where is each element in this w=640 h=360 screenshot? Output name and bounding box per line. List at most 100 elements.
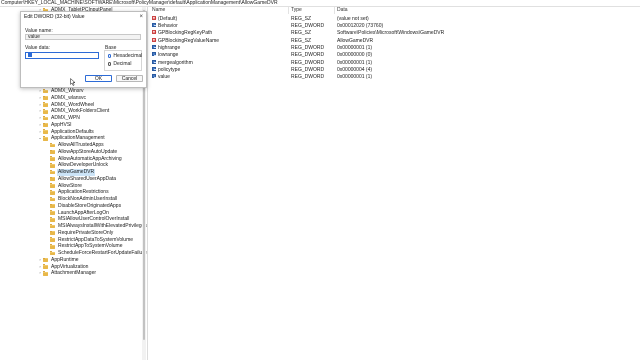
tree-node[interactable]: ApplicationRestrictions [45,189,110,196]
column-separator[interactable] [334,7,335,14]
dword-value-icon [152,74,156,79]
tree-node[interactable]: AllowDeveloperUnlock [45,162,109,169]
tree-node-label: AllowDeveloperUnlock [58,162,109,169]
column-header-data[interactable]: Data [337,7,348,14]
value-row[interactable]: lowrange REG_DWORD 0x00000000 (0) [150,52,640,59]
ok-button[interactable]: OK [85,75,112,82]
value-row[interactable]: (Default) REG_SZ (value not set) [150,16,640,23]
value-name-cell: mergealgorithm [152,60,193,67]
tree-node[interactable]: › AppRuntime [38,257,80,264]
folder-icon [50,170,55,175]
chevron-right-icon[interactable]: › [38,270,42,277]
chevron-right-icon[interactable]: › [38,108,42,115]
value-data-cell: 0x00012020 (73760) [337,22,384,29]
tree-node-label: AppHVSI [51,121,72,128]
tree-node-label: RestrictAppToSystemVolume [58,243,123,250]
folder-icon [43,271,48,276]
string-value-icon [152,15,156,20]
string-value-icon [152,30,156,35]
tree-node[interactable]: RestrictAppToSystemVolume [45,243,123,250]
value-row[interactable]: GPBlockingRegValueName REG_SZ AllowGameDVR [150,38,640,45]
tree-node-label: AllowAutomaticAppArchiving [58,155,122,162]
dword-value-icon [152,45,156,50]
value-name-text: (Default) [158,15,178,22]
column-header-name[interactable]: Name [152,7,165,14]
value-name-cell: highrange [152,45,180,52]
close-icon[interactable]: × [139,14,143,21]
tree-node[interactable]: RequirePrivateStoreOnly [45,230,114,237]
tree-node-label: ADMX_WPN [51,115,80,122]
tree-node[interactable]: ⌄ ApplicationManagement [38,135,106,142]
tree-node[interactable]: MSIAllowUserControlOverInstall [45,216,130,223]
tree-node-label: AttachmentManager [51,270,97,277]
value-data-cell: AllowGameDVR [337,37,374,44]
value-data-label: Value data: [25,45,50,51]
tree-node[interactable]: › AttachmentManager [38,270,97,277]
value-row[interactable]: policytype REG_DWORD 0x00000004 (4) [150,67,640,74]
tree-node[interactable]: AllowAllTrustedApps [45,142,105,149]
tree-node[interactable]: AllowAppStoreAutoUpdate [45,149,118,156]
tree-node[interactable]: › ApplicationDefaults [38,129,95,136]
address-bar[interactable]: Computer\HKEY_LOCAL_MACHINE\SOFTWARE\Mic… [0,0,640,7]
folder-icon [43,102,48,107]
tree-node[interactable]: › AppHVSI [38,122,73,129]
tree-node[interactable]: › ADMX_WPN [38,115,81,122]
value-row[interactable]: GPBlockingRegKeyPath REG_SZ Software\Polic… [150,30,640,37]
tree-node[interactable]: MSIAlwaysInstallWithElevatedPrivileges [45,223,147,230]
tree-node[interactable]: › AppVirtualization [38,264,89,271]
tree-node-label: ADMX_Winsrv [51,88,84,95]
value-name-text: lowrange [158,52,179,59]
value-name-text: highrange [158,44,181,51]
value-name-text: GPBlockingRegKeyPath [158,30,213,37]
pane-splitter[interactable] [147,7,148,360]
folder-icon [50,197,55,202]
value-row[interactable]: highrange REG_DWORD 0x00000001 (1) [150,45,640,52]
value-name-cell: lowrange [152,52,178,59]
chevron-right-icon[interactable]: › [38,102,42,109]
value-name-cell: (Default) [152,16,177,23]
folder-icon [50,237,55,242]
decimal-radio[interactable]: Decimal [108,61,131,67]
value-row[interactable]: value REG_DWORD 0x00000001 (1) [150,74,640,81]
tree-node[interactable]: AllowStore [45,183,83,190]
value-row[interactable]: Behavior REG_DWORD 0x00012020 (73760) [150,23,640,30]
hexadecimal-radio[interactable]: Hexadecimal [108,53,142,59]
tree-node[interactable]: DisableStoreOriginatedApps [45,203,122,210]
value-type-cell: REG_DWORD [291,74,325,81]
chevron-right-icon[interactable]: › [38,264,42,271]
value-type-cell: REG_DWORD [291,52,325,59]
cancel-button[interactable]: Cancel [116,75,143,82]
column-header-type[interactable]: Type [291,7,302,14]
tree-node[interactable]: › ADMX_WorkFoldersClient [38,108,110,115]
tree-node[interactable]: AllowGameDVR [45,169,96,176]
tree-node[interactable]: LaunchAppAfterLogOn [45,210,110,217]
chevron-right-icon[interactable]: › [38,257,42,264]
tree-node-label: DisableStoreOriginatedApps [58,202,122,209]
chevron-right-icon[interactable]: › [38,88,42,95]
tree-node[interactable]: AllowSharedUserAppData [45,176,117,183]
value-name-cell: GPBlockingRegValueName [152,38,219,45]
value-row[interactable]: mergealgorithm REG_DWORD 0x00000001 (1) [150,60,640,67]
value-name-cell: GPBlockingRegKeyPath [152,30,212,37]
tree-node[interactable]: ScheduleForceRestartForUpdateFailures [45,250,147,257]
tree-node[interactable]: RestrictAppDataToSystemVolume [45,237,134,244]
chevron-right-icon[interactable]: › [38,129,42,136]
tree-node[interactable]: BlockNonAdminUserInstall [45,196,118,203]
value-type-cell: REG_DWORD [291,22,325,29]
column-separator[interactable] [288,7,289,14]
chevron-right-icon[interactable]: › [38,122,42,129]
tree-node[interactable]: › ADMX_Winsrv [38,88,85,95]
chevron-right-icon[interactable]: › [38,115,42,122]
chevron-right-icon[interactable]: › [38,95,42,102]
values-list[interactable]: Name Type Data (Default) REG_SZ (value not… [150,7,640,360]
value-data-cell: 0x00000001 (1) [337,74,373,81]
folder-icon [43,109,48,114]
chevron-down-icon[interactable]: ⌄ [38,135,42,142]
tree-node[interactable]: AllowAutomaticAppArchiving [45,156,123,163]
tree-node[interactable]: › ADMX_wlansvc [38,95,87,102]
radio-unselected-icon [108,62,112,66]
tree-node-label: LaunchAppAfterLogOn [58,209,109,216]
tree-node[interactable]: › ADMX_WordWheel [38,102,95,109]
value-data-input[interactable] [25,52,99,59]
tree-node-label: ADMX_WordWheel [51,101,95,108]
